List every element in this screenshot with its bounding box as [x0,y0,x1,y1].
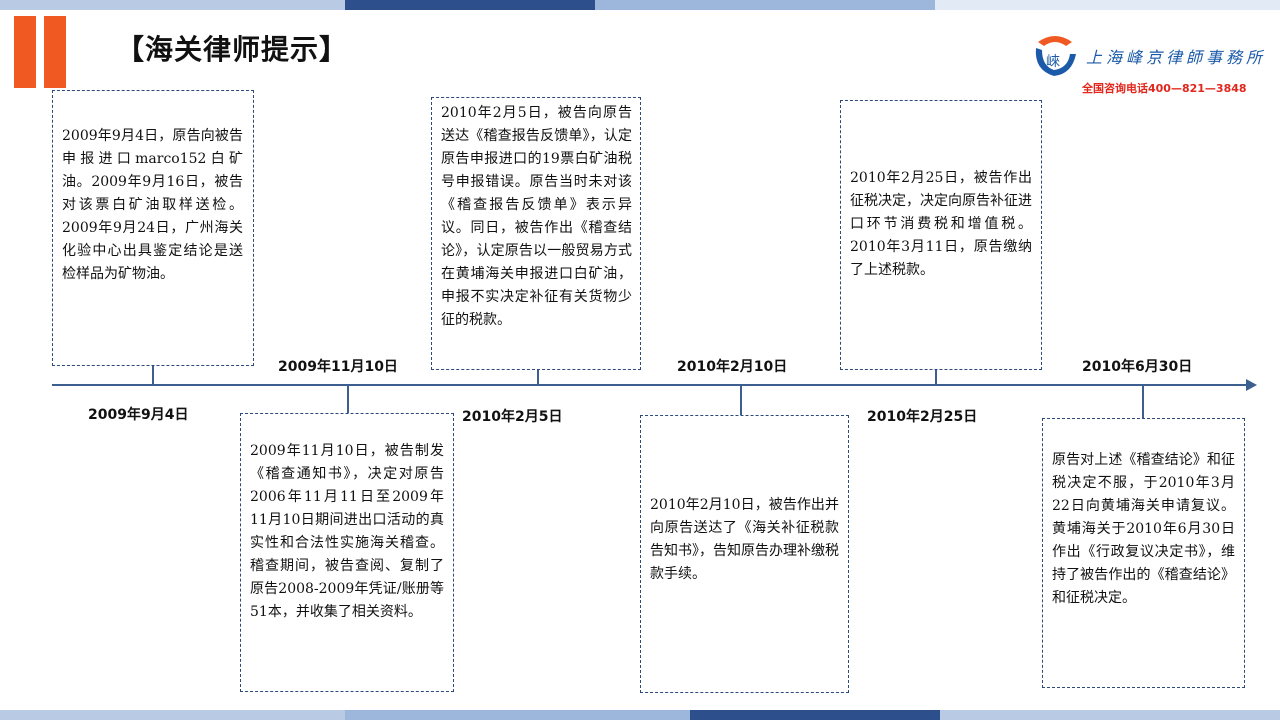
event-text: 2009年9月4日，原告向被告申报进口marco152白矿油。2009年9月16… [62,128,243,282]
tick-d6 [1142,385,1144,418]
timeline-axis [52,384,1248,386]
date-label: 2010年2月25日 [867,409,978,425]
tick-d4 [740,385,742,415]
event-text: 2010年2月10日，被告作出并向原告送达了《海关补征税款告知书》，告知原告办理… [650,497,839,582]
firm-logo-icon: 崍 [1035,36,1076,76]
event-box-4: 2010年2月10日，被告作出并向原告送达了《海关补征税款告知书》，告知原告办理… [640,415,849,693]
tick-d1 [152,365,154,385]
event-box-5: 2010年2月25日，被告作出征税决定，决定向原告补征进口环节消费税和增值税。2… [840,100,1042,370]
svg-text:崍: 崍 [1046,54,1060,70]
event-text: 2009年11月10日，被告制发《稽查通知书》，决定对原告2006年11月11日… [250,443,444,620]
date-label: 2010年6月30日 [1082,359,1193,375]
tick-d5 [935,370,937,385]
firm-name: 上海峰京律師事務所 [1086,48,1267,67]
accent-bar-right [44,16,66,88]
date-label: 2009年9月4日 [88,407,189,423]
event-box-1: 2009年9月4日，原告向被告申报进口marco152白矿油。2009年9月16… [52,90,254,366]
event-text: 2010年2月5日，被告向原告送达《稽查报告反馈单》，认定原告申报进口的19票白… [441,105,632,328]
accent-bar-left [14,16,36,88]
hotline: 全国咨询电话400—821—3848 [1082,82,1247,95]
page-title: 【海关律师提示】 [116,33,349,66]
date-label: 2010年2月10日 [677,359,788,375]
event-text: 2010年2月25日，被告作出征税决定，决定向原告补征进口环节消费税和增值税。2… [850,170,1032,278]
event-box-3: 2010年2月5日，被告向原告送达《稽查报告反馈单》，认定原告申报进口的19票白… [431,97,641,370]
date-label: 2010年2月5日 [462,409,563,425]
event-box-2: 2009年11月10日，被告制发《稽查通知书》，决定对原告2006年11月11日… [240,413,454,692]
event-text: 原告对上述《稽查结论》和征税决定不服，于2010年3月22日向黄埔海关申请复议。… [1052,452,1235,606]
top-stripe [0,0,1280,10]
tick-d2 [347,385,349,413]
timeline-arrow-icon [1246,379,1257,391]
date-label: 2009年11月10日 [278,359,398,375]
bottom-stripe [0,710,1280,720]
event-box-6: 原告对上述《稽查结论》和征税决定不服，于2010年3月22日向黄埔海关申请复议。… [1042,418,1245,688]
